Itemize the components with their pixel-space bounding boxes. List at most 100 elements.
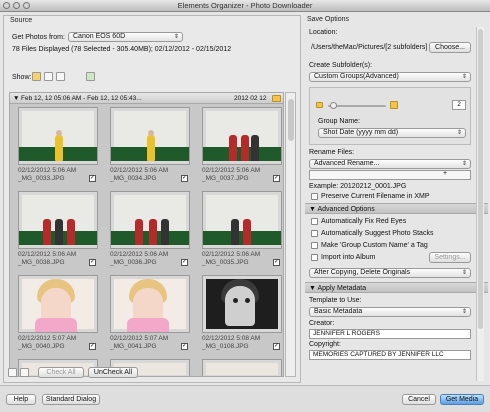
cancel-button[interactable]: Cancel [402,394,436,405]
thumbnail-checkbox[interactable]: ✓ [181,175,188,182]
thumbnail-checkbox[interactable]: ✓ [273,259,280,266]
preserve-filename-label: Preserve Current Filename in XMP [321,193,430,200]
thumbnail-date: 02/12/2012 5:06 AM [110,167,169,174]
window-titlebar: Elements Organizer - Photo Downloader [0,0,490,12]
thumbnail-checkbox[interactable]: ✓ [181,343,188,350]
thumbnail-filename: _MG_0041.JPG [110,343,157,350]
chevron-updown-icon: ⇕ [461,161,467,167]
creator-label: Creator: [309,320,335,327]
grid-scrollbar[interactable] [285,92,296,377]
thumbnail-filename: _MG_0040.JPG [18,343,65,350]
thumbnail-checkbox[interactable]: ✓ [181,259,188,266]
device-select[interactable]: Canon EOS 60D ⇕ [68,32,183,42]
choose-location-button[interactable]: Choose... [429,42,471,53]
photo-preview [18,107,98,165]
thumbnail-item[interactable]: 02/12/2012 5:08 AM _MG_0108.JPG ✓ [202,275,282,359]
rotate-left-icon[interactable] [8,368,17,377]
create-subfolders-value: Custom Groups(Advanced) [314,73,399,80]
choose-label: Choose... [435,44,465,51]
thumbnail-date: 02/12/2012 5:08 AM [202,335,261,342]
photo-preview [202,107,282,165]
close-window-button[interactable] [3,2,10,9]
dialog-footer: Help Standard Dialog Cancel Get Media [0,385,490,412]
thumbnail-checkbox[interactable]: ✓ [89,175,96,182]
creator-field[interactable]: JENNIFER L ROGERS [309,329,471,339]
show-audio-icon[interactable] [56,72,65,81]
save-options-scrollbar[interactable] [476,27,484,381]
expand-triangle-icon[interactable]: ▼ [13,93,19,104]
check-all-button[interactable]: Check All [38,367,84,378]
rotate-right-icon[interactable] [20,368,29,377]
chevron-updown-icon: ⇕ [461,309,467,315]
fix-red-eyes-checkbox[interactable] [311,218,318,225]
large-folder-icon [390,101,398,109]
save-scrollbar-thumb[interactable] [478,29,483,329]
show-similar-icon[interactable] [86,72,95,81]
thumbnail-item[interactable]: 02/12/2012 5:06 AM _MG_0037.JPG ✓ [202,107,282,191]
apply-metadata-header[interactable]: ▼ Apply Metadata [305,282,488,293]
suggest-stacks-checkbox[interactable] [311,230,318,237]
thumbnail-item[interactable]: 02/12/2012 5:06 AM _MG_0034.JPG ✓ [110,107,190,191]
chevron-updown-icon: ⇕ [456,130,462,136]
template-select[interactable]: Basic Metadata ⇕ [309,307,471,317]
group-name-select[interactable]: Shot Date (yyyy mm dd) ⇕ [318,128,466,138]
thumbnail-grid[interactable]: ▼ Feb 12, 12 05:06 AM - Feb 12, 12 05:43… [9,92,284,377]
thumbnail-checkbox[interactable]: ✓ [273,343,280,350]
copyright-label: Copyright: [309,341,341,348]
disclosure-triangle-icon: ▼ [309,206,316,213]
thumbnail-date: 02/12/2012 5:06 AM [18,251,77,258]
scrollbar-thumb[interactable] [288,99,294,141]
advanced-options-title: Advanced Options [317,206,375,213]
thumbnail-checkbox[interactable]: ✓ [89,259,96,266]
copyright-field[interactable]: MEMORIES CAPTURED BY JENNIFER LLC [309,350,471,360]
group-tag-checkbox[interactable] [311,242,318,249]
photo-downloader-window: Source Get Photos from: Canon EOS 60D ⇕ … [0,12,490,412]
template-value: Basic Metadata [314,308,363,315]
plus-icon[interactable]: + [443,170,447,177]
rename-files-value: Advanced Rename... [314,160,380,167]
thumbnail-item[interactable]: 02/12/2012 5:06 AM _MG_0036.JPG ✓ [110,191,190,275]
uncheck-all-button[interactable]: UnCheck All [88,367,138,378]
standard-dialog-label: Standard Dialog [45,396,97,403]
custom-groups-panel: 2 Group Name: Shot Date (yyyy mm dd) ⇕ [309,87,471,145]
group-tag-label: Make 'Group Custom Name' a Tag [321,242,428,249]
thumbnail-checkbox[interactable]: ✓ [89,343,96,350]
thumbnail-item[interactable]: 02/12/2012 5:07 AM _MG_0040.JPG ✓ [18,275,98,359]
rename-files-select[interactable]: Advanced Rename... ⇕ [309,159,471,169]
get-photos-label: Get Photos from: [12,34,65,41]
thumbnail-filename: _MG_0037.JPG [202,175,249,182]
photo-preview [110,275,190,333]
create-subfolders-label: Create Subfolder(s): [309,62,373,69]
standard-dialog-button[interactable]: Standard Dialog [42,394,100,405]
folder-icon[interactable] [272,95,281,102]
thumbnail-item[interactable]: 02/12/2012 5:06 AM _MG_0035.JPG ✓ [202,191,282,275]
import-album-checkbox[interactable] [311,254,318,261]
show-photos-icon[interactable] [32,72,41,81]
group-slider-knob[interactable] [330,102,337,109]
help-button[interactable]: Help [6,394,36,405]
minimize-window-button[interactable] [13,2,20,9]
check-all-label: Check All [46,369,76,376]
photo-preview [110,191,190,249]
after-copying-select[interactable]: After Copying, Delete Originals ⇕ [309,268,471,278]
thumbnail-item[interactable]: 02/12/2012 5:06 AM _MG_0038.JPG ✓ [18,191,98,275]
photo-preview [18,275,98,333]
rename-example: Example: 20120212_0001.JPG [309,183,407,190]
thumbnail-filename: _MG_0033.JPG [18,175,65,182]
thumbnail-item[interactable]: 02/12/2012 5:07 AM _MG_0041.JPG ✓ [110,275,190,359]
thumbnail-item[interactable]: 02/12/2012 5:06 AM _MG_0033.JPG ✓ [18,107,98,191]
thumbnail-checkbox[interactable]: ✓ [273,175,280,182]
uncheck-all-label: UnCheck All [93,369,133,376]
advanced-options-header[interactable]: ▼ Advanced Options [305,203,488,214]
get-media-button[interactable]: Get Media [440,394,484,405]
photo-preview[interactable] [202,359,282,376]
chevron-updown-icon: ⇕ [461,270,467,276]
group-count-field[interactable]: 2 [452,100,466,110]
small-folder-icon [316,102,323,108]
create-subfolders-select[interactable]: Custom Groups(Advanced) ⇕ [309,72,471,82]
preserve-filename-checkbox[interactable] [311,193,318,200]
source-section-title: Source [10,17,33,24]
album-settings-button[interactable]: Settings... [429,252,471,263]
zoom-window-button[interactable] [23,2,30,9]
show-video-icon[interactable] [44,72,53,81]
